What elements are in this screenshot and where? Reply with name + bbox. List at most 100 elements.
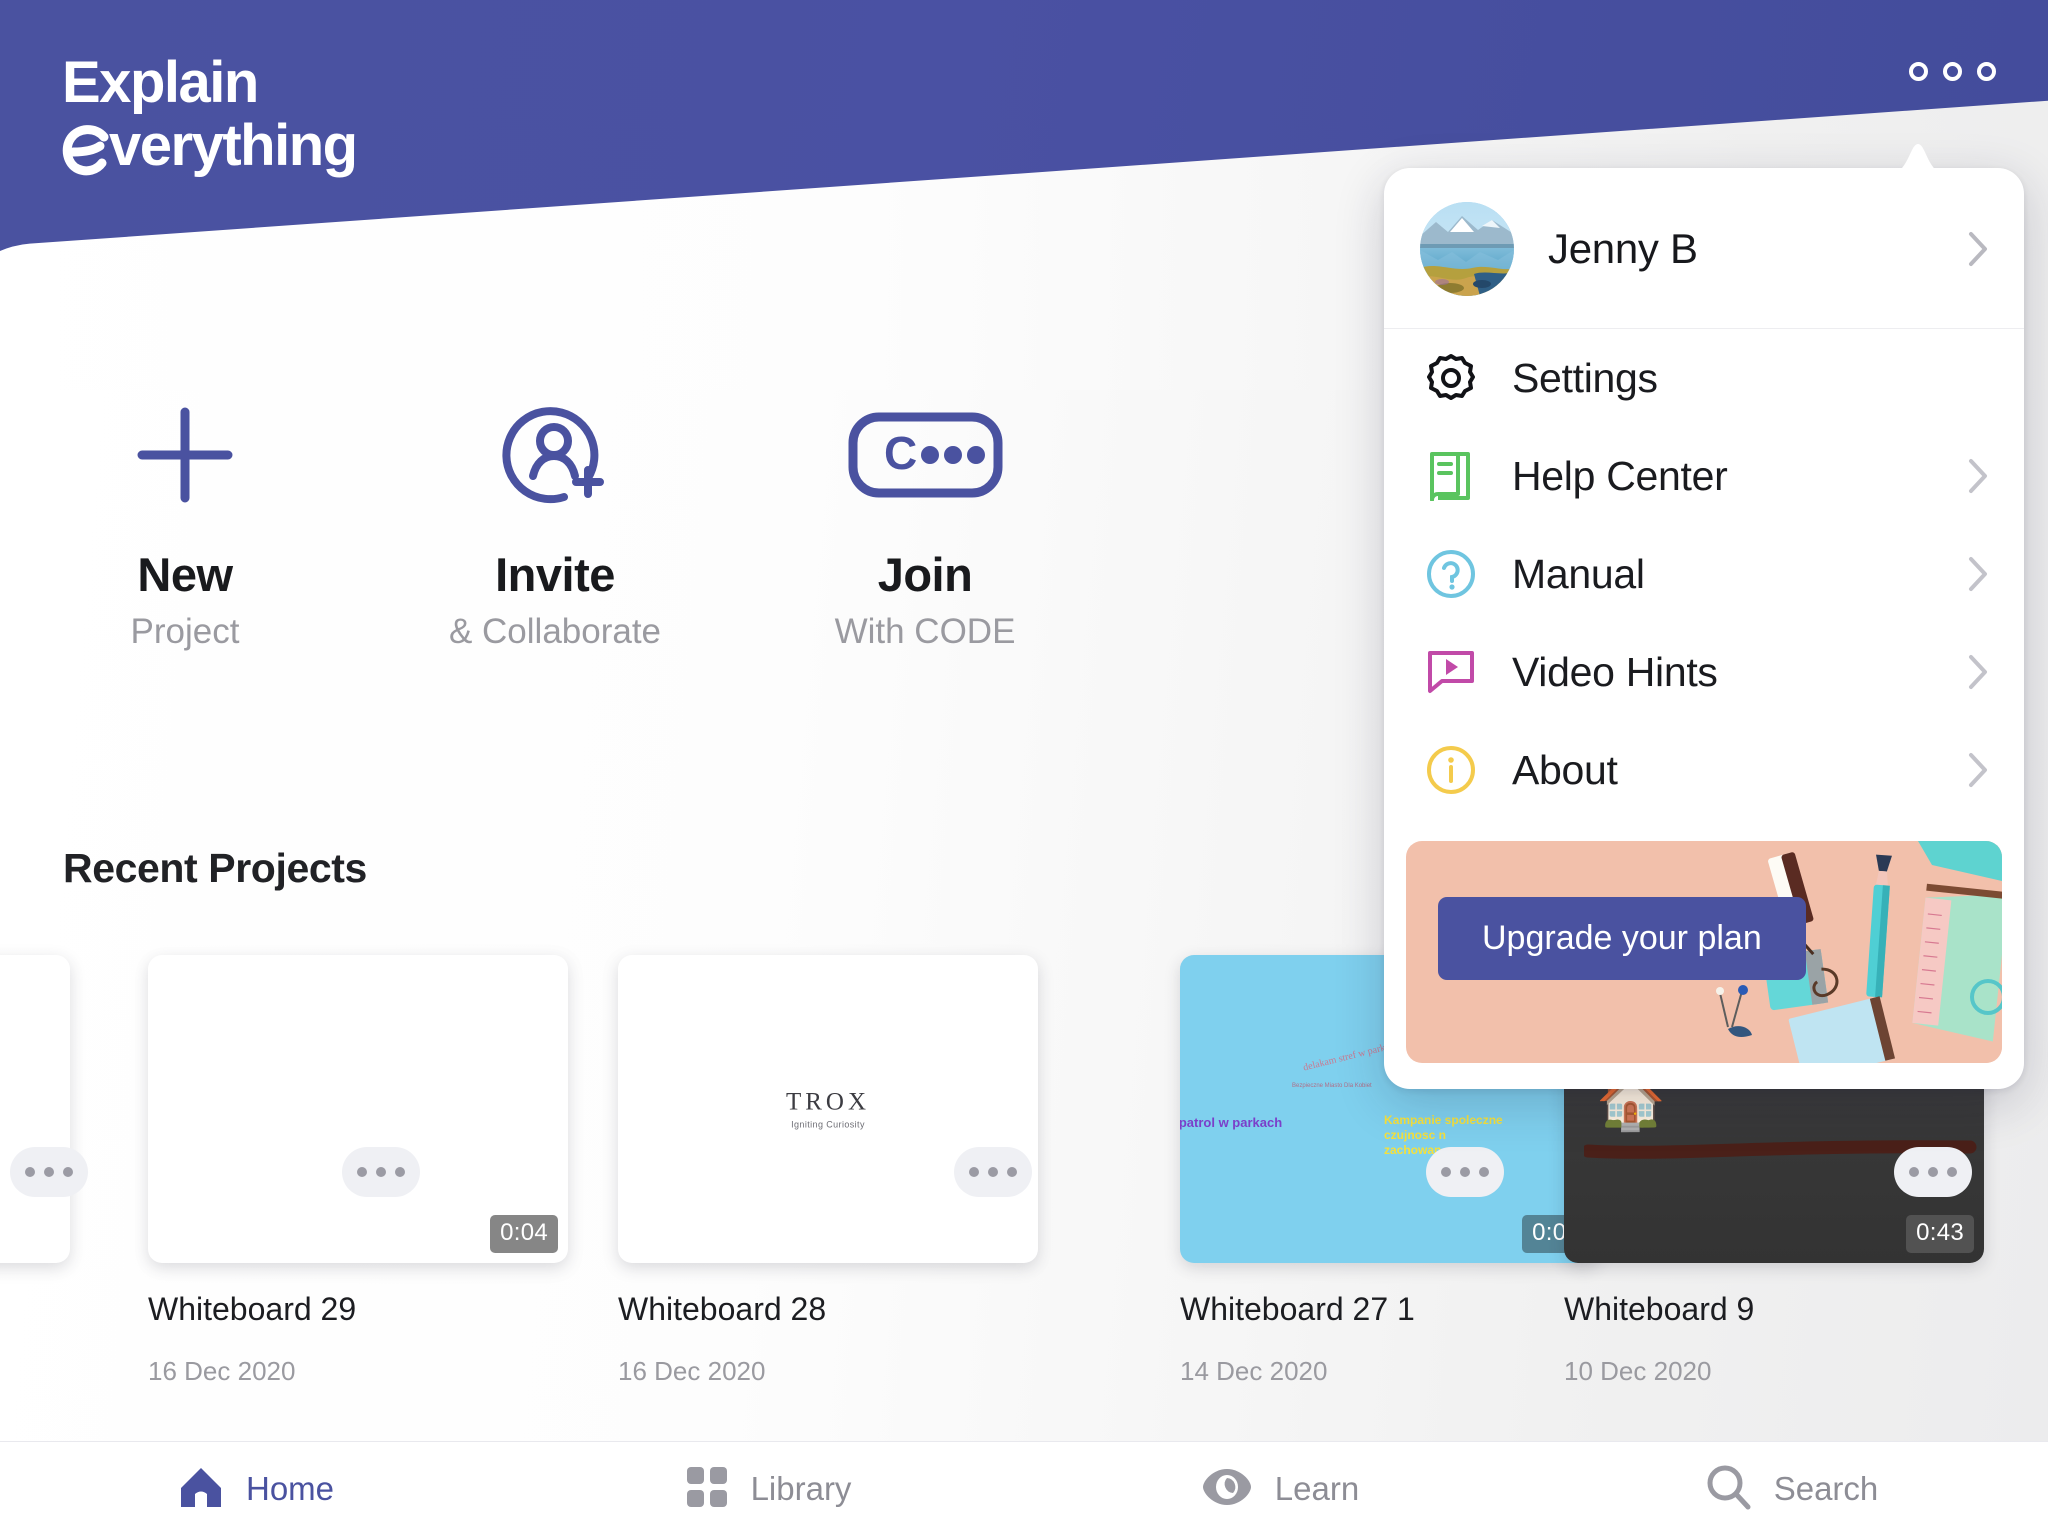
three-dots-icon [395,1167,405,1177]
quick-actions: New Project Invite & Collaborate C Join … [0,395,1420,652]
nav-label: Search [1773,1470,1879,1507]
action-subtitle: Project [130,612,240,651]
account-name: Jenny B [1548,225,1698,272]
three-dots-icon [1007,1167,1017,1177]
chevron-right-icon [1969,232,1987,266]
book-icon [1424,449,1478,503]
logo-e-glyph-icon [62,117,109,176]
menu-item-settings[interactable]: Settings [1384,329,2024,427]
menu-item-label: Video Hints [1512,648,1718,695]
chevron-right-icon [1969,459,1987,493]
menu-item-label: About [1512,746,1618,793]
popup-pointer-icon [1890,144,1946,174]
list-item[interactable]: 0:04 Whiteboard 29 16 Dec 2020 [148,955,568,1387]
menu-item-video-hints[interactable]: Video Hints [1384,623,2024,721]
project-name: Whiteboard 9 [1564,1291,1755,1327]
logo-line-everything: verything [62,113,358,178]
three-dots-icon [1943,62,1962,81]
project-more-button[interactable] [10,1147,88,1197]
three-dots-icon [376,1167,386,1177]
nav-item-learn[interactable]: Learn [1024,1442,1536,1536]
gear-icon [1424,351,1478,405]
project-date: 16 Dec 2020 [148,1356,296,1386]
project-name: Whiteboard 29 [148,1291,357,1327]
three-dots-icon [357,1167,367,1177]
search-icon [1706,1464,1752,1515]
three-dots-icon [25,1167,35,1177]
three-dots-icon [1909,1167,1919,1177]
upgrade-promo-banner[interactable]: Upgrade your plan [1406,841,2002,1063]
three-dots-icon [988,1167,998,1177]
project-more-button[interactable] [1894,1147,1972,1197]
account-popup-menu: Jenny B Settings Help Center Manual Vide… [1384,144,2024,1089]
project-more-button[interactable] [954,1147,1032,1197]
code-pill-icon: C [740,395,1110,515]
svg-text:C: C [884,427,917,479]
action-invite-collaborate[interactable]: Invite & Collaborate [370,395,740,652]
bottom-navigation: Home Library Learn Search [0,1441,2048,1536]
video-bubble-icon [1424,645,1478,699]
app-logo: Explain verything [62,52,358,178]
three-dots-icon [1928,1167,1938,1177]
chevron-right-icon [1969,753,1987,787]
duration-badge: 0:04 [490,1215,558,1253]
avatar [1420,202,1514,296]
three-dots-icon [44,1167,54,1177]
nav-item-search[interactable]: Search [1536,1442,2048,1536]
action-title: Invite [495,548,615,601]
logo-everything-text: verything [109,113,358,178]
action-join-with-code[interactable]: C Join With CODE [740,395,1110,652]
three-dots-icon [969,1167,979,1177]
grid-icon [685,1465,729,1514]
duration-badge: 0:43 [1906,1215,1974,1253]
list-item[interactable]: TROX Igniting Curiosity Whiteboard 28 16… [618,955,1038,1387]
menu-item-label: Help Center [1512,452,1728,499]
nav-item-library[interactable]: Library [512,1442,1024,1536]
project-thumbnail[interactable]: TROX Igniting Curiosity [618,955,1038,1263]
poster-purple-text: y patrol w parkach [1180,1115,1283,1130]
upgrade-plan-button[interactable]: Upgrade your plan [1438,897,1806,980]
three-dots-icon [1909,62,1928,81]
project-thumbnail[interactable]: 0:04 [148,955,568,1263]
eye-icon [1201,1467,1253,1512]
chevron-right-icon [1969,557,1987,591]
project-more-button[interactable] [1426,1147,1504,1197]
action-title: Join [877,548,973,601]
project-date: 10 Dec 2020 [1564,1356,1712,1386]
action-new-project[interactable]: New Project [0,395,370,652]
project-name: Whiteboard 27 1 [1180,1291,1415,1327]
app-root: Explain verything New Project Invite & C… [0,0,2048,1536]
action-subtitle: With CODE [834,612,1016,651]
three-dots-icon [1460,1167,1470,1177]
menu-item-manual[interactable]: Manual [1384,525,2024,623]
menu-item-label: Manual [1512,550,1645,597]
nav-label: Learn [1274,1470,1360,1507]
plus-icon [0,395,370,515]
nav-item-home[interactable]: Home [0,1442,512,1536]
nav-label: Home [245,1470,335,1507]
trox-tagline: Igniting Curiosity [791,1119,865,1130]
menu-item-label: Settings [1512,354,1658,401]
project-more-button[interactable] [342,1147,420,1197]
list-item[interactable] [0,955,70,1263]
info-circle-icon [1424,743,1478,797]
chevron-right-icon [1969,655,1987,689]
overflow-menu-button[interactable] [1909,62,1996,81]
page-title: Recent Projects [63,845,367,891]
nav-label: Library [750,1470,852,1507]
project-thumbnail[interactable] [0,955,70,1263]
project-date: 14 Dec 2020 [1180,1356,1328,1386]
project-date: 16 Dec 2020 [618,1356,766,1386]
three-dots-icon [1441,1167,1451,1177]
menu-item-about[interactable]: About [1384,721,2024,819]
project-name: Whiteboard 28 [618,1291,827,1327]
three-dots-icon [63,1167,73,1177]
account-row[interactable]: Jenny B [1384,168,2024,328]
trox-logo-text: TROX [785,1088,871,1116]
menu-item-help-center[interactable]: Help Center [1384,427,2024,525]
poster-caption: Bezpieczne Miasto Dla Kobiet [1292,1083,1372,1089]
three-dots-icon [1947,1167,1957,1177]
three-dots-icon [1479,1167,1489,1177]
person-add-icon [370,395,740,515]
action-title: New [137,548,233,601]
